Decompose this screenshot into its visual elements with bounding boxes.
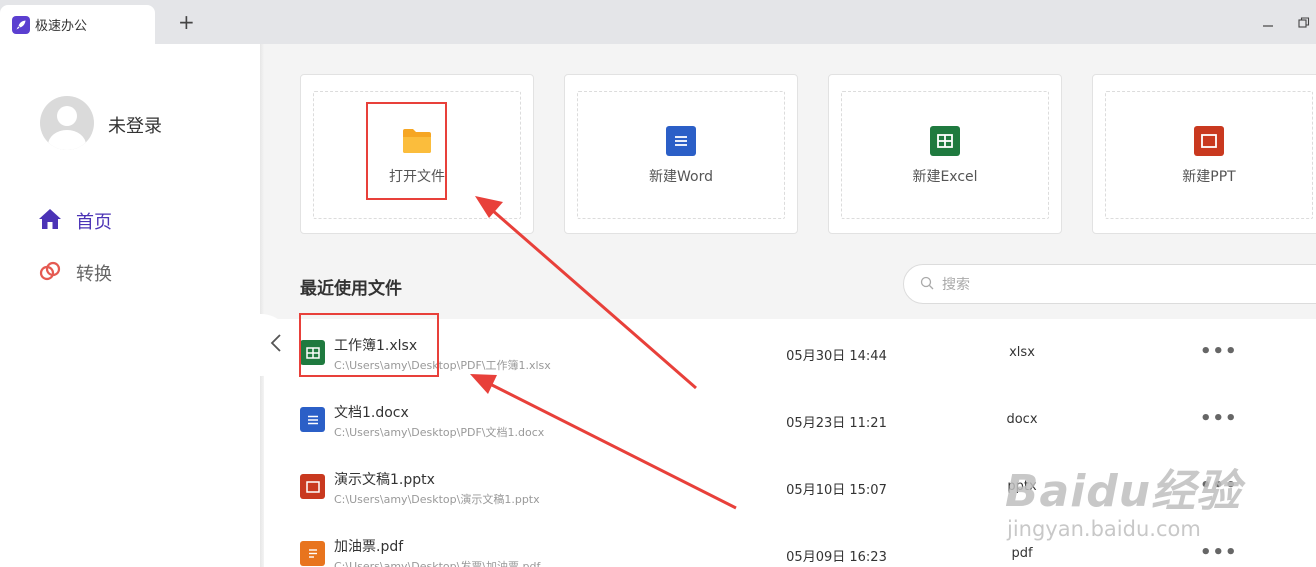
watermark-url: jingyan.baidu.com	[1007, 517, 1201, 541]
watermark: Baidu经验 jingyan.baidu.com	[1005, 455, 1241, 541]
annotation-arrow-line	[491, 208, 697, 390]
watermark-logo-text: Baidu经验	[1005, 466, 1242, 517]
annotation-arrow-line	[487, 381, 737, 510]
